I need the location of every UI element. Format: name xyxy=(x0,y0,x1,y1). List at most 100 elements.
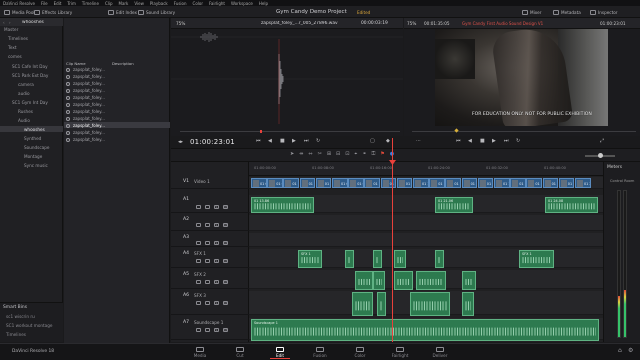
fullscreen-icon[interactable]: ⤢ xyxy=(600,138,604,144)
page-tab-media[interactable]: Media xyxy=(186,344,214,359)
chevron-left-icon[interactable]: ‹ xyxy=(3,20,5,25)
bin-item-whooshes[interactable]: whooshes xyxy=(24,127,45,132)
video-clip[interactable]: 01 14... xyxy=(445,178,462,188)
source-zoom[interactable]: 75% xyxy=(176,21,185,26)
video-clip[interactable]: 01 20... xyxy=(526,178,543,188)
smart-bin-item[interactable]: SC1 workout montage xyxy=(6,323,53,328)
bin-item-sc1-gym[interactable]: SC1 Gym Int Day xyxy=(12,100,48,105)
video-clip[interactable]: 01 08... xyxy=(348,178,364,188)
smart-bin-item[interactable]: sc1 wiscrin ru xyxy=(6,314,35,319)
dynamic-trim-icon[interactable]: ⇔ xyxy=(308,151,312,157)
clip-list-item[interactable]: zapsplat_foley... xyxy=(66,102,105,107)
replace-clip-icon[interactable]: ⊡ xyxy=(345,151,349,157)
bin-item-audio-2[interactable]: Audio xyxy=(18,118,30,123)
menu-mark[interactable]: Mark xyxy=(119,1,129,6)
audio-clip[interactable] xyxy=(416,271,446,290)
menu-help[interactable]: Help xyxy=(259,1,268,6)
audio-clip[interactable] xyxy=(394,250,406,268)
home-icon[interactable]: ⌂ xyxy=(618,347,622,354)
menu-view[interactable]: View xyxy=(134,1,144,6)
video-clip[interactable]: 01 07... xyxy=(332,178,348,188)
position-lock-icon[interactable]: ⚿ xyxy=(371,151,375,157)
audio-clip[interactable] xyxy=(373,250,382,268)
menu-color[interactable]: Color xyxy=(193,1,203,6)
clip-list-item[interactable]: zapsplat_foley... xyxy=(66,123,105,128)
audio-clip[interactable] xyxy=(355,271,373,290)
snapping-icon[interactable]: ⌖ xyxy=(354,151,357,157)
tl-stop-icon[interactable]: ■ xyxy=(480,138,485,144)
bin-item-synthed[interactable]: Synthed xyxy=(24,136,41,141)
tl-jump-start-icon[interactable]: ⏮ xyxy=(456,138,461,144)
bin-item-audio[interactable]: audio xyxy=(18,91,30,96)
sound-library-button[interactable]: Sound Library xyxy=(138,8,175,16)
video-clip[interactable]: 01 06... xyxy=(315,178,332,188)
bin-item-camera[interactable]: camera xyxy=(18,82,34,87)
clip-list-item[interactable]: zapsplat_foley... xyxy=(66,130,105,135)
edit-index-button[interactable]: Edit Index xyxy=(108,8,137,16)
settings-icon[interactable]: ⚙ xyxy=(628,347,633,354)
bin-item-rushes[interactable]: Rushes xyxy=(18,109,33,114)
timeline-playhead[interactable] xyxy=(392,138,393,342)
video-clip[interactable]: 01 10... xyxy=(380,178,397,188)
video-clip[interactable]: 01 02... xyxy=(251,178,267,188)
timeline-zoom[interactable]: 75% xyxy=(407,21,416,26)
metadata-button[interactable]: Metadata xyxy=(553,8,581,16)
audio-clip[interactable] xyxy=(462,292,474,316)
clip-list-item[interactable]: zapsplat_foley... xyxy=(66,109,105,114)
mute-button[interactable]: M xyxy=(223,241,228,245)
lock-track-icon[interactable] xyxy=(196,280,201,284)
menu-trim[interactable]: Trim xyxy=(67,1,76,6)
auto-track-icon[interactable] xyxy=(205,280,210,284)
timeline-name[interactable]: Gym Candy First Audio Sound Design V1 xyxy=(462,21,543,26)
audio-clip[interactable] xyxy=(373,271,385,290)
menu-app[interactable]: DaVinci Resolve xyxy=(3,1,35,6)
lock-track-icon[interactable] xyxy=(196,205,201,209)
auto-track-icon[interactable] xyxy=(205,241,210,245)
page-tab-edit[interactable]: Edit xyxy=(266,344,294,359)
lock-track-icon[interactable] xyxy=(196,301,201,305)
linked-selection-icon[interactable]: ⚭ xyxy=(362,151,366,157)
menu-file[interactable]: File xyxy=(41,1,48,6)
menu-edit[interactable]: Edit xyxy=(54,1,62,6)
auto-track-icon[interactable] xyxy=(205,205,210,209)
flag-icon[interactable]: ⚑ xyxy=(380,151,384,157)
jump-start-icon[interactable]: ⏮ xyxy=(256,138,261,144)
audio-clip[interactable] xyxy=(394,271,413,290)
audio-clip[interactable] xyxy=(377,292,386,316)
clip-list-item[interactable]: zapsplat_foley... xyxy=(66,81,105,86)
video-clip[interactable]: 01 19... xyxy=(510,178,526,188)
bin-item-sc1-park[interactable]: SC1 Park Ext Day xyxy=(12,73,48,78)
video-clip[interactable]: 01 17... xyxy=(494,178,510,188)
bin-item-sc1-cafe[interactable]: SC1 Cafe Int Day xyxy=(12,64,48,69)
smart-bin-item[interactable]: Timelines xyxy=(6,332,26,337)
lock-track-icon[interactable] xyxy=(196,223,201,227)
inspector-button[interactable]: Inspector xyxy=(590,8,618,16)
menu-workspace[interactable]: Workspace xyxy=(231,1,253,6)
solo-button[interactable]: S xyxy=(214,241,219,245)
trim-tool-icon[interactable]: ⇹ xyxy=(299,151,303,157)
video-clip[interactable]: 01 21... xyxy=(542,178,559,188)
clip-list-item[interactable]: zapsplat_foley... xyxy=(66,116,105,121)
timeline-timecode[interactable]: 01:00:23:01 xyxy=(190,138,235,146)
video-clip[interactable]: 01 16... xyxy=(477,178,494,188)
menu-fairlight[interactable]: Fairlight xyxy=(209,1,225,6)
audio-track-icon[interactable]: ◂▸ xyxy=(178,139,183,145)
solo-button[interactable]: S xyxy=(214,328,219,332)
effects-library-button[interactable]: Effects Library xyxy=(34,8,72,16)
video-clip[interactable]: 01 23... xyxy=(575,178,591,188)
track-lane[interactable] xyxy=(249,215,603,231)
source-playhead[interactable] xyxy=(260,130,262,133)
tl-play-icon[interactable]: ▶ xyxy=(492,138,496,144)
menu-fusion[interactable]: Fusion xyxy=(174,1,187,6)
video-clip[interactable]: 01 13... xyxy=(429,178,445,188)
mute-button[interactable]: M xyxy=(223,223,228,227)
auto-track-icon[interactable] xyxy=(205,328,210,332)
audio-clip[interactable]: SFX 1 xyxy=(519,250,554,268)
bin-item-montage[interactable]: Montage xyxy=(24,154,42,159)
clip-list-item[interactable]: zapsplat_foley... xyxy=(66,74,105,79)
bin-item-text[interactable]: Text xyxy=(8,45,16,50)
bin-item-comes[interactable]: comes xyxy=(8,54,22,59)
jump-end-icon[interactable]: ⏭ xyxy=(304,138,309,144)
lock-track-icon[interactable] xyxy=(196,241,201,245)
page-tab-fusion[interactable]: Fusion xyxy=(306,344,334,359)
